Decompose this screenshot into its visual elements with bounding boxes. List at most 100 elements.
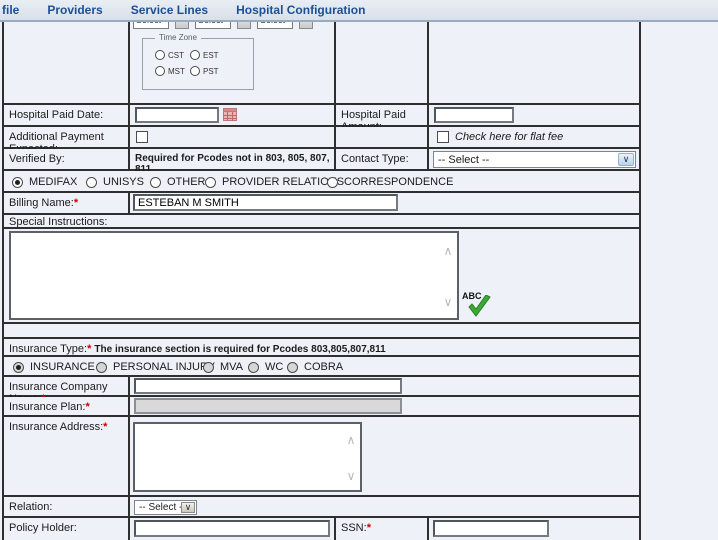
- contact-source-option-correspondence[interactable]: CORRESPONDENCE: [327, 176, 453, 188]
- timezone-row-empty-label: [4, 10, 130, 103]
- hospital-paid-amount-cell: [429, 105, 639, 125]
- radio-other[interactable]: [150, 177, 161, 188]
- insurance-type-note: The insurance section is required for Pc…: [94, 344, 385, 355]
- radio-unisys[interactable]: [86, 177, 97, 188]
- radio-wc[interactable]: [248, 362, 259, 373]
- special-instructions-textarea[interactable]: ∧ ∨: [9, 231, 459, 320]
- spacer-row: [2, 324, 641, 339]
- radio-mst[interactable]: [155, 66, 165, 76]
- insurance-plan-cell: [130, 397, 639, 415]
- required-marker: *: [103, 421, 107, 433]
- relation-label: Relation:: [4, 497, 130, 516]
- insurance-type-label: Insurance Type:: [9, 343, 87, 355]
- insurance-company-row: Insurance Company Name:*: [2, 377, 641, 397]
- radio-cobra[interactable]: [287, 362, 298, 373]
- contact-type-cell: -- Select -- ∨: [429, 149, 639, 169]
- top-menu-bar: file Providers Service Lines Hospital Co…: [0, 0, 718, 22]
- spellcheck-icon[interactable]: ABC: [462, 291, 492, 319]
- insurance-option-personal-injury[interactable]: PERSONAL INJURY: [96, 361, 215, 373]
- required-marker: *: [367, 522, 371, 534]
- ssn-cell: [429, 518, 639, 540]
- required-marker: *: [74, 197, 78, 209]
- contact-source-option-unisys[interactable]: UNISYS: [86, 176, 144, 188]
- radio-est[interactable]: [190, 50, 200, 60]
- timezone-fieldset: Time Zone CST EST MST PST: [142, 38, 254, 90]
- calendar-icon[interactable]: [223, 108, 237, 121]
- contact-type-select[interactable]: -- Select -- ∨: [433, 151, 636, 168]
- insurance-address-cell: ∧ ∨: [130, 417, 639, 495]
- menu-item-hospital-configuration[interactable]: Hospital Configuration: [222, 3, 379, 17]
- radio-mva[interactable]: [203, 362, 214, 373]
- contact-source-option-other[interactable]: OTHER: [150, 176, 206, 188]
- menu-item-providers[interactable]: Providers: [33, 3, 116, 17]
- insurance-company-cell: [130, 377, 639, 395]
- relation-dropdown-icon[interactable]: ∨: [181, 502, 195, 513]
- contact-type-value: -- Select --: [438, 154, 489, 166]
- menu-item-service-lines[interactable]: Service Lines: [117, 3, 222, 17]
- scroll-up-icon[interactable]: ∧: [344, 434, 358, 446]
- spellcheck-checkmark: [466, 295, 492, 319]
- insurance-company-input[interactable]: [134, 378, 402, 394]
- hospital-paid-date-label: Hospital Paid Date:: [4, 105, 130, 125]
- insurance-address-row: Insurance Address:* ∧ ∨: [2, 417, 641, 497]
- billing-name-row: Billing Name:*: [2, 193, 641, 215]
- radio-cst[interactable]: [155, 50, 165, 60]
- timezone-legend: Time Zone: [155, 33, 201, 42]
- additional-payment-row: Additional Payment Expected: Check here …: [2, 127, 641, 149]
- contact-type-dropdown-icon[interactable]: ∨: [618, 153, 634, 166]
- contact-source-option-medifax[interactable]: MEDIFAX: [12, 176, 77, 188]
- radio-insurance[interactable]: [13, 362, 24, 373]
- additional-payment-checkbox[interactable]: [136, 131, 148, 143]
- radio-provider-relations[interactable]: [205, 177, 216, 188]
- ssn-label: SSN:*: [336, 518, 429, 540]
- policy-holder-row: Policy Holder: SSN:*: [2, 518, 641, 540]
- flat-fee-cell: Check here for flat fee: [429, 127, 639, 147]
- scroll-down-icon[interactable]: ∨: [441, 296, 455, 308]
- policy-holder-cell: [130, 518, 336, 540]
- insurance-option-wc[interactable]: WC: [248, 361, 283, 373]
- relation-value: -- Select --: [139, 502, 186, 513]
- insurance-type-header-row: Insurance Type:* The insurance section i…: [2, 339, 641, 357]
- hospital-paid-date-input[interactable]: [135, 107, 219, 123]
- insurance-plan-row: Insurance Plan:*: [2, 397, 641, 417]
- additional-payment-cell: [130, 127, 336, 147]
- flat-fee-label: Check here for flat fee: [455, 131, 563, 143]
- radio-correspondence[interactable]: [327, 177, 338, 188]
- insurance-option-cobra[interactable]: COBRA: [287, 361, 343, 373]
- insurance-plan-input: [134, 398, 402, 414]
- radio-medifax[interactable]: [12, 177, 23, 188]
- ssn-input[interactable]: [433, 520, 549, 537]
- menu-item-file[interactable]: file: [0, 3, 33, 17]
- relation-select[interactable]: -- Select -- ∨: [134, 500, 197, 515]
- insurance-options-row: INSURANCE PERSONAL INJURY MVA WC COBRA: [2, 357, 641, 377]
- scroll-up-icon[interactable]: ∧: [441, 245, 455, 257]
- hospital-paid-amount-label: Hospital Paid Amount:: [336, 105, 429, 125]
- relation-row: Relation: -- Select -- ∨: [2, 497, 641, 518]
- contact-source-row: MEDIFAX UNISYS OTHER PROVIDER RELATIONS …: [2, 171, 641, 193]
- flat-fee-option[interactable]: Check here for flat fee: [437, 131, 563, 143]
- insurance-company-label: Insurance Company Name:*: [4, 377, 130, 395]
- timezone-row-empty-mid: [336, 10, 429, 103]
- timezone-option-pst[interactable]: PST: [190, 66, 219, 76]
- verified-by-note: Required for Pcodes not in 803, 805, 807…: [130, 149, 336, 169]
- scroll-down-icon[interactable]: ∨: [344, 470, 358, 482]
- billing-name-input[interactable]: [133, 194, 398, 211]
- timezone-option-mst[interactable]: MST: [155, 66, 185, 76]
- radio-personal-injury[interactable]: [96, 362, 107, 373]
- insurance-option-insurance[interactable]: INSURANCE: [13, 361, 95, 373]
- hospital-paid-amount-input[interactable]: [434, 107, 514, 123]
- policy-holder-input[interactable]: [134, 520, 330, 537]
- contact-source-option-provider-relations[interactable]: PROVIDER RELATIONS: [205, 176, 344, 188]
- timezone-option-cst[interactable]: CST: [155, 50, 184, 60]
- required-marker: *: [87, 343, 91, 355]
- additional-payment-empty-cell: [336, 127, 429, 147]
- verified-by-row: Verified By: Required for Pcodes not in …: [2, 149, 641, 171]
- hospital-configuration-page: Select Select Select file Providers Serv…: [0, 0, 718, 540]
- insurance-option-mva[interactable]: MVA: [203, 361, 243, 373]
- flat-fee-checkbox[interactable]: [437, 131, 449, 143]
- insurance-address-textarea[interactable]: ∧ ∨: [133, 422, 362, 492]
- timezone-row-empty-right: [429, 10, 639, 103]
- timezone-option-est[interactable]: EST: [190, 50, 219, 60]
- insurance-address-label: Insurance Address:*: [4, 417, 130, 495]
- radio-pst[interactable]: [190, 66, 200, 76]
